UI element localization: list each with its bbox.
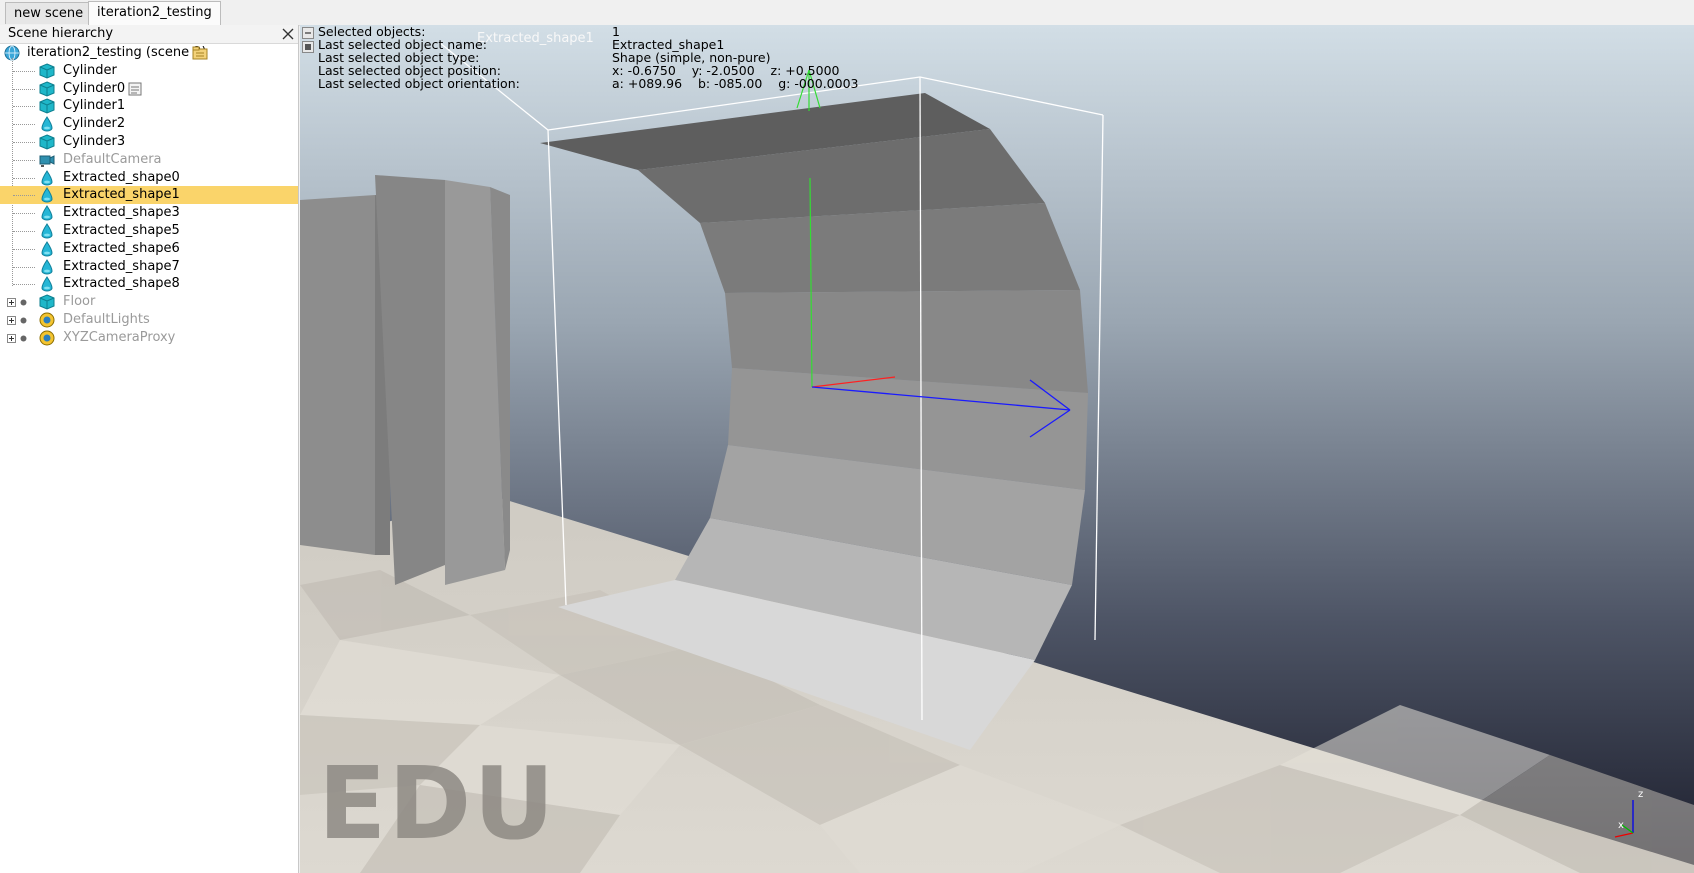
- scene-hierarchy-panel: Scene hierarchy iteration2_testing (scen…: [0, 25, 299, 873]
- 3d-viewport[interactable]: z x Selected objects: Last selected obje…: [300, 25, 1694, 873]
- tree-item[interactable]: Extracted_shape7: [0, 258, 298, 276]
- cube-icon: [39, 81, 55, 97]
- tree-branch-line: [13, 195, 35, 197]
- svg-text:z: z: [1638, 789, 1643, 800]
- tree-item-label: XYZCameraProxy: [63, 329, 176, 345]
- script-icon[interactable]: [127, 81, 143, 97]
- close-icon[interactable]: [280, 26, 296, 42]
- tree-branch-line: [13, 177, 35, 179]
- shape-icon: [39, 240, 55, 257]
- tree-item[interactable]: Cylinder0: [0, 80, 298, 98]
- tree-item[interactable]: Cylinder1: [0, 97, 298, 115]
- cube-icon: [39, 98, 55, 114]
- folder-script-icon[interactable]: [192, 45, 208, 61]
- tree-item-label: DefaultCamera: [63, 151, 162, 167]
- model-icon: [39, 330, 55, 346]
- tree-branch-line: [13, 106, 35, 108]
- info-label-object-orientation: Last selected object orientation:: [318, 76, 520, 91]
- tree-item[interactable]: Extracted_shape0: [0, 169, 298, 187]
- tree-item-label: Extracted_shape8: [63, 276, 180, 292]
- panel-title: Scene hierarchy: [8, 26, 114, 41]
- tree-item-label: Floor: [63, 294, 96, 310]
- tree-branch-line: [13, 266, 35, 268]
- tree-branch-line: [13, 213, 35, 215]
- cube-icon: [39, 134, 55, 150]
- svg-text:x: x: [1618, 820, 1624, 831]
- tree-item-label: Extracted_shape5: [63, 223, 180, 238]
- tree-branch-line: [13, 231, 35, 232]
- tree-item[interactable]: Cylinder3: [0, 133, 298, 151]
- expand-icon[interactable]: [7, 316, 16, 325]
- toggle-info-icon[interactable]: [302, 41, 314, 53]
- edu-watermark: EDU: [318, 745, 557, 862]
- selected-object-label: Extracted_shape1: [477, 31, 594, 46]
- selection-info-overlay: Selected objects: Last selected object n…: [300, 25, 1200, 125]
- shape-icon: [39, 116, 55, 132]
- scene-tab-bar: new scene iteration2_testing: [0, 0, 1694, 26]
- camera-icon: [39, 152, 55, 168]
- hierarchy-tree: iteration2_testing (scene 2) Cylinder Cyli…: [0, 44, 298, 364]
- visibility-dot-icon[interactable]: [20, 299, 27, 306]
- tree-item[interactable]: XYZCameraProxy: [0, 329, 298, 347]
- tree-item[interactable]: Floor: [0, 293, 298, 311]
- expand-icon[interactable]: [7, 333, 16, 343]
- tree-item[interactable]: DefaultCamera: [0, 151, 298, 169]
- tree-item-label: Cylinder: [63, 62, 117, 78]
- visibility-dot-icon[interactable]: [20, 335, 27, 342]
- tree-item[interactable]: Extracted_shape3: [0, 204, 298, 222]
- shape-icon: [39, 276, 55, 292]
- tree-item[interactable]: DefaultLights: [0, 311, 298, 329]
- tree-item-label: Cylinder2: [63, 116, 126, 132]
- tree-item-label: Extracted_shape1: [63, 187, 180, 203]
- tree-item[interactable]: Extracted_shape1: [0, 186, 298, 205]
- shape-icon: [39, 223, 55, 239]
- tree-item-label: Extracted_shape0: [63, 169, 180, 185]
- cube-icon: [39, 294, 55, 310]
- tree-item-label: Extracted_shape7: [63, 258, 180, 274]
- tree-item[interactable]: Extracted_shape5: [0, 222, 298, 240]
- tree-item[interactable]: Cylinder: [0, 62, 298, 80]
- shape-icon: [39, 169, 55, 186]
- tree-branch-line: [13, 248, 35, 250]
- tree-branch-line: [13, 88, 35, 90]
- background-cylinder-left: [300, 195, 390, 555]
- tree-item-label: Cylinder0: [63, 80, 126, 96]
- tree-root-scene[interactable]: iteration2_testing (scene 2): [0, 44, 298, 62]
- tree-item[interactable]: Cylinder2: [0, 115, 298, 133]
- info-value-object-orientation: a: +089.96 b: -085.00 g: -000.0003: [612, 76, 859, 91]
- model-icon: [39, 312, 55, 328]
- tree-branch-line: [13, 284, 35, 286]
- tree-root-label: iteration2_testing (scene 2): [27, 45, 207, 60]
- tree-item-label: DefaultLights: [63, 312, 150, 327]
- visibility-dot-icon[interactable]: [20, 317, 27, 324]
- collapse-info-icon[interactable]: [302, 27, 314, 39]
- tree-branch-line: [13, 70, 35, 72]
- shape-icon: [39, 205, 55, 221]
- cube-icon: [39, 63, 55, 79]
- tree-item-label: Cylinder3: [63, 134, 126, 149]
- panel-header: Scene hierarchy: [0, 25, 298, 44]
- tab-new-scene[interactable]: new scene: [5, 2, 93, 24]
- tree-item-label: Extracted_shape3: [63, 205, 180, 221]
- shape-icon: [39, 187, 55, 203]
- tree-branch-line: [13, 159, 35, 161]
- tree-item-label: Extracted_shape6: [63, 240, 180, 256]
- tree-item-label: Cylinder1: [63, 98, 126, 114]
- expand-icon[interactable]: [7, 298, 16, 308]
- tree-item[interactable]: Extracted_shape6: [0, 240, 298, 258]
- tree-branch-line: [13, 124, 35, 126]
- tree-branch-line: [13, 142, 35, 143]
- background-cylinder-right: [375, 175, 510, 585]
- tree-item[interactable]: Extracted_shape8: [0, 275, 298, 293]
- tab-iteration2-testing[interactable]: iteration2_testing: [88, 1, 221, 25]
- shape-icon: [39, 258, 55, 275]
